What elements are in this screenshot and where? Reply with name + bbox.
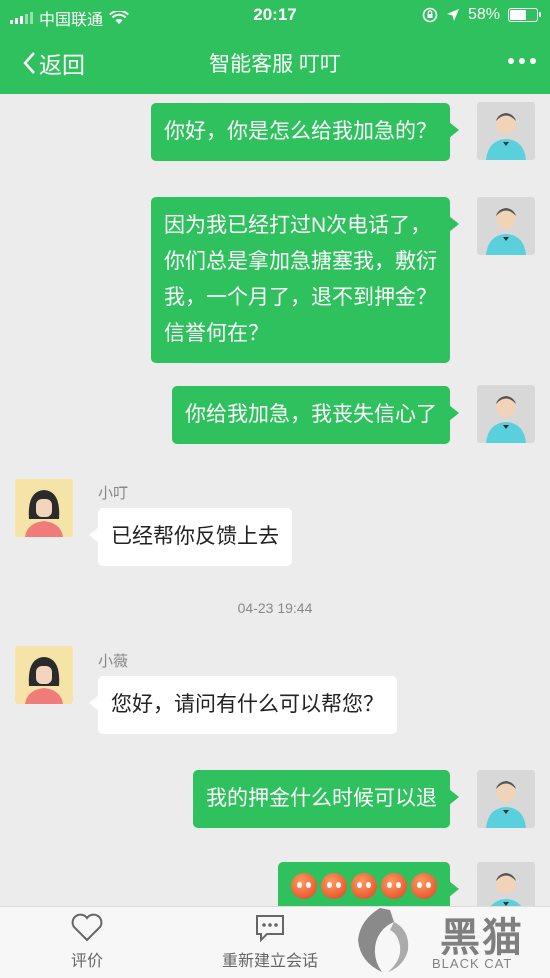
chat-bubble-icon — [256, 915, 284, 943]
message-bubble-user[interactable]: 你给我加急，我丧失信心了 — [172, 386, 459, 444]
message-line: 信誉何在？ — [164, 322, 269, 345]
agent-avatar[interactable] — [15, 479, 73, 537]
message-text: 你好，你是怎么给我加急的？ — [164, 120, 437, 143]
angry-emoji-icon — [381, 873, 407, 899]
page-title: 智能客服 叮叮 — [209, 53, 341, 76]
emoji-row — [291, 868, 437, 904]
message-text: 您好，请问有什么可以帮您？ — [111, 693, 384, 716]
message-line: 因为我已经打过N次电话了， — [164, 214, 432, 237]
message-line: 我，一个月了，退不到押金？ — [164, 286, 437, 309]
location-icon — [446, 9, 459, 21]
message-text: 你给我加急，我丧失信心了 — [185, 403, 437, 426]
battery-icon — [508, 8, 541, 22]
message-line: 你们总是拿加急搪塞我，敷衍 — [164, 250, 437, 273]
angry-emoji-icon — [321, 873, 347, 899]
status-bar: 中国联通 20:17 58% — [0, 0, 550, 32]
angry-emoji-icon — [291, 873, 317, 899]
message-text: 我的押金什么时候可以退 — [206, 787, 437, 810]
watermark-brand: 黑猫 — [440, 916, 524, 960]
user-avatar[interactable] — [477, 102, 535, 160]
message-bubble-agent[interactable]: 您好，请问有什么可以帮您？ — [89, 676, 397, 734]
rate-button[interactable]: 评价 — [70, 913, 104, 971]
user-avatar[interactable] — [477, 770, 535, 828]
message-timestamp: 04-23 19:44 — [237, 600, 313, 616]
user-avatar[interactable] — [477, 197, 535, 255]
restart-label: 重新建立会话 — [222, 953, 319, 970]
user-avatar[interactable] — [477, 385, 535, 443]
sender-name: 小薇 — [98, 653, 129, 670]
rate-label: 评价 — [70, 953, 103, 970]
top-bar: 中国联通 20:17 58% 返回 智能客服 叮叮 — [0, 0, 550, 94]
message-bubble-user[interactable]: 因为我已经打过N次电话了， 你们总是拿加急搪塞我，敷衍 我，一个月了，退不到押金… — [151, 197, 459, 363]
nav-bar: 返回 智能客服 叮叮 — [0, 40, 550, 86]
message-bubble-agent[interactable]: 已经帮你反馈上去 — [89, 508, 292, 566]
restart-session-button[interactable]: 重新建立会话 — [222, 913, 318, 971]
message-text: 已经帮你反馈上去 — [111, 525, 279, 548]
angry-emoji-icon — [411, 873, 437, 899]
more-options-icon[interactable] — [508, 58, 536, 64]
message-bubble-user[interactable] — [278, 862, 459, 910]
sender-name: 小叮 — [98, 485, 129, 502]
message-bubble-user[interactable]: 我的押金什么时候可以退 — [193, 770, 459, 828]
heart-icon — [71, 913, 103, 942]
angry-emoji-icon — [351, 873, 377, 899]
watermark-sub: BLACK CAT — [432, 956, 513, 971]
battery-percent: 58% — [467, 6, 500, 23]
agent-avatar[interactable] — [15, 646, 73, 704]
rotation-lock-icon — [422, 7, 438, 23]
message-bubble-user[interactable]: 你好，你是怎么给我加急的？ — [151, 103, 459, 161]
